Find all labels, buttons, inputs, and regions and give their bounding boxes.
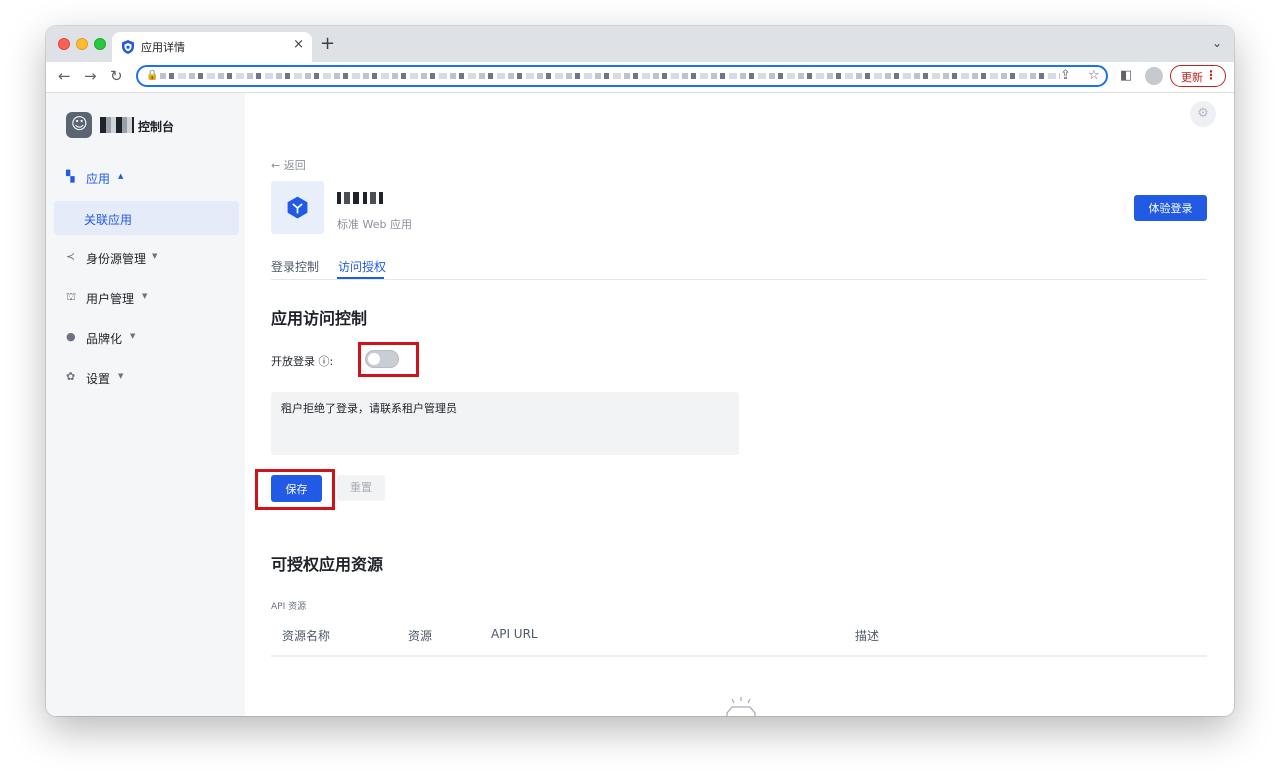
main-content: ⚙ ← 返回 标准 Web 应用 体验登录 登录控制 访问授权 应用访问控制 开… — [245, 93, 1234, 716]
tab-title: 应用详情 — [141, 41, 185, 54]
back-arrow-icon[interactable]: ← — [58, 67, 71, 85]
sidebar-item-label: 用户管理 — [86, 292, 135, 306]
apps-icon: ▚ — [66, 170, 75, 183]
sidebar-item-label: 设置 — [86, 372, 111, 386]
tab-access-authorization[interactable]: 访问授权 — [338, 258, 386, 275]
tabs-bar: 登录控制 访问授权 — [271, 253, 1207, 280]
sidebar-item-branding[interactable]: ● 品牌化 ▼ — [66, 329, 206, 347]
api-resources-caption: API 资源 — [271, 602, 307, 612]
empty-state-icon — [726, 697, 756, 716]
side-panel-icon[interactable]: ◧ — [1120, 68, 1132, 84]
forward-arrow-icon[interactable]: → — [84, 67, 97, 85]
sidebar-item-label: 品牌化 — [86, 332, 123, 346]
sidebar-item-users[interactable]: ⛫ 用户管理 ▼ — [66, 289, 206, 307]
share-icon[interactable]: ⇪ — [1060, 68, 1071, 84]
tab-search-icon[interactable]: ⌄ — [1212, 36, 1222, 50]
bookmark-star-icon[interactable]: ☆ — [1088, 68, 1100, 84]
try-login-button[interactable]: 体验登录 — [1134, 195, 1207, 221]
kebab-menu-icon: ⋮ — [1205, 68, 1217, 82]
update-label: 更新 — [1181, 71, 1203, 84]
column-header: 资源 — [408, 629, 433, 643]
sidebar-item-identity-sources[interactable]: ≺ 身份源管理 ▼ — [66, 249, 206, 267]
sidebar-item-settings[interactable]: ✿ 设置 ▼ — [66, 369, 206, 387]
update-button[interactable]: 更新 ⋮ — [1170, 65, 1226, 87]
close-window-button[interactable] — [58, 38, 70, 50]
chevron-down-icon: ▼ — [142, 292, 148, 300]
reload-icon[interactable]: ↻ — [110, 67, 123, 85]
sidebar-item-apps[interactable]: ▚ 应用 ▲ — [66, 169, 186, 187]
back-link[interactable]: ← 返回 — [271, 157, 306, 173]
gear-icon: ✿ — [66, 370, 76, 383]
active-tab-indicator — [337, 277, 384, 279]
cube-icon — [287, 196, 308, 219]
column-header: API URL — [491, 627, 538, 641]
chevron-down-icon: ▼ — [152, 252, 158, 260]
app-icon — [271, 181, 324, 234]
share-icon: ≺ — [66, 250, 76, 263]
profile-avatar-icon[interactable] — [1145, 67, 1163, 85]
url-text-blurred — [160, 73, 1060, 79]
tenant-name-blurred — [100, 117, 134, 133]
browser-tab[interactable]: 应用详情 × — [112, 32, 312, 62]
tab-strip: 应用详情 × + ⌄ — [46, 26, 1234, 62]
resources-table-header: 资源名称 资源 API URL 描述 — [271, 613, 1207, 657]
sidebar-item-label: 应用 — [86, 172, 111, 186]
tab-login-control[interactable]: 登录控制 — [271, 258, 319, 275]
access-control-title: 应用访问控制 — [271, 309, 368, 328]
save-highlight-box — [255, 469, 335, 510]
deny-message-textarea[interactable]: 租户拒绝了登录，请联系租户管理员 ◢ — [271, 392, 739, 455]
brush-icon: ● — [66, 330, 76, 343]
robot-assistant-icon[interactable]: ⚙ — [1190, 101, 1216, 127]
reset-button[interactable]: 重置 — [337, 475, 385, 501]
resize-grip-icon[interactable]: ◢ — [281, 400, 737, 454]
sidebar-item-label: 身份源管理 — [86, 252, 147, 266]
chevron-down-icon: ▼ — [118, 372, 124, 380]
browser-window: 应用详情 × + ⌄ ← → ↻ 🔒 ⇪ ☆ ◧ 更新 ⋮ ☺ 控制台 ▚ 应用… — [46, 26, 1234, 716]
app-name-blurred — [337, 192, 383, 204]
browser-toolbar: ← → ↻ 🔒 ⇪ ☆ ◧ 更新 ⋮ — [46, 62, 1234, 93]
lock-icon: 🔒 — [146, 70, 159, 81]
resources-title: 可授权应用资源 — [271, 555, 384, 574]
logo-icon: ☺ — [66, 112, 92, 138]
app-type: 标准 Web 应用 — [337, 218, 412, 231]
column-header: 描述 — [855, 629, 880, 643]
chevron-down-icon: ▼ — [130, 332, 136, 340]
shield-icon — [122, 40, 134, 54]
open-login-label: 开放登录 ⓘ: — [271, 355, 334, 368]
new-tab-button[interactable]: + — [320, 34, 335, 54]
maximize-window-button[interactable] — [94, 38, 106, 50]
tab-close-icon[interactable]: × — [293, 37, 304, 52]
address-bar[interactable]: 🔒 — [136, 65, 1108, 87]
column-header: 资源名称 — [282, 629, 331, 643]
sidebar-subitem-label: 关联应用 — [84, 213, 133, 227]
minimize-window-button[interactable] — [76, 38, 88, 50]
chevron-up-icon: ▲ — [118, 172, 124, 180]
sidebar-subitem-linked-apps[interactable]: 关联应用 — [54, 201, 239, 235]
org-icon: ⛫ — [66, 290, 77, 303]
toggle-highlight-box — [358, 342, 419, 377]
sidebar: ☺ 控制台 ▚ 应用 ▲ 关联应用 ≺ 身份源管理 ▼ ⛫ 用户管理 ▼ ● 品… — [46, 93, 245, 716]
console-title: 控制台 — [138, 120, 175, 134]
